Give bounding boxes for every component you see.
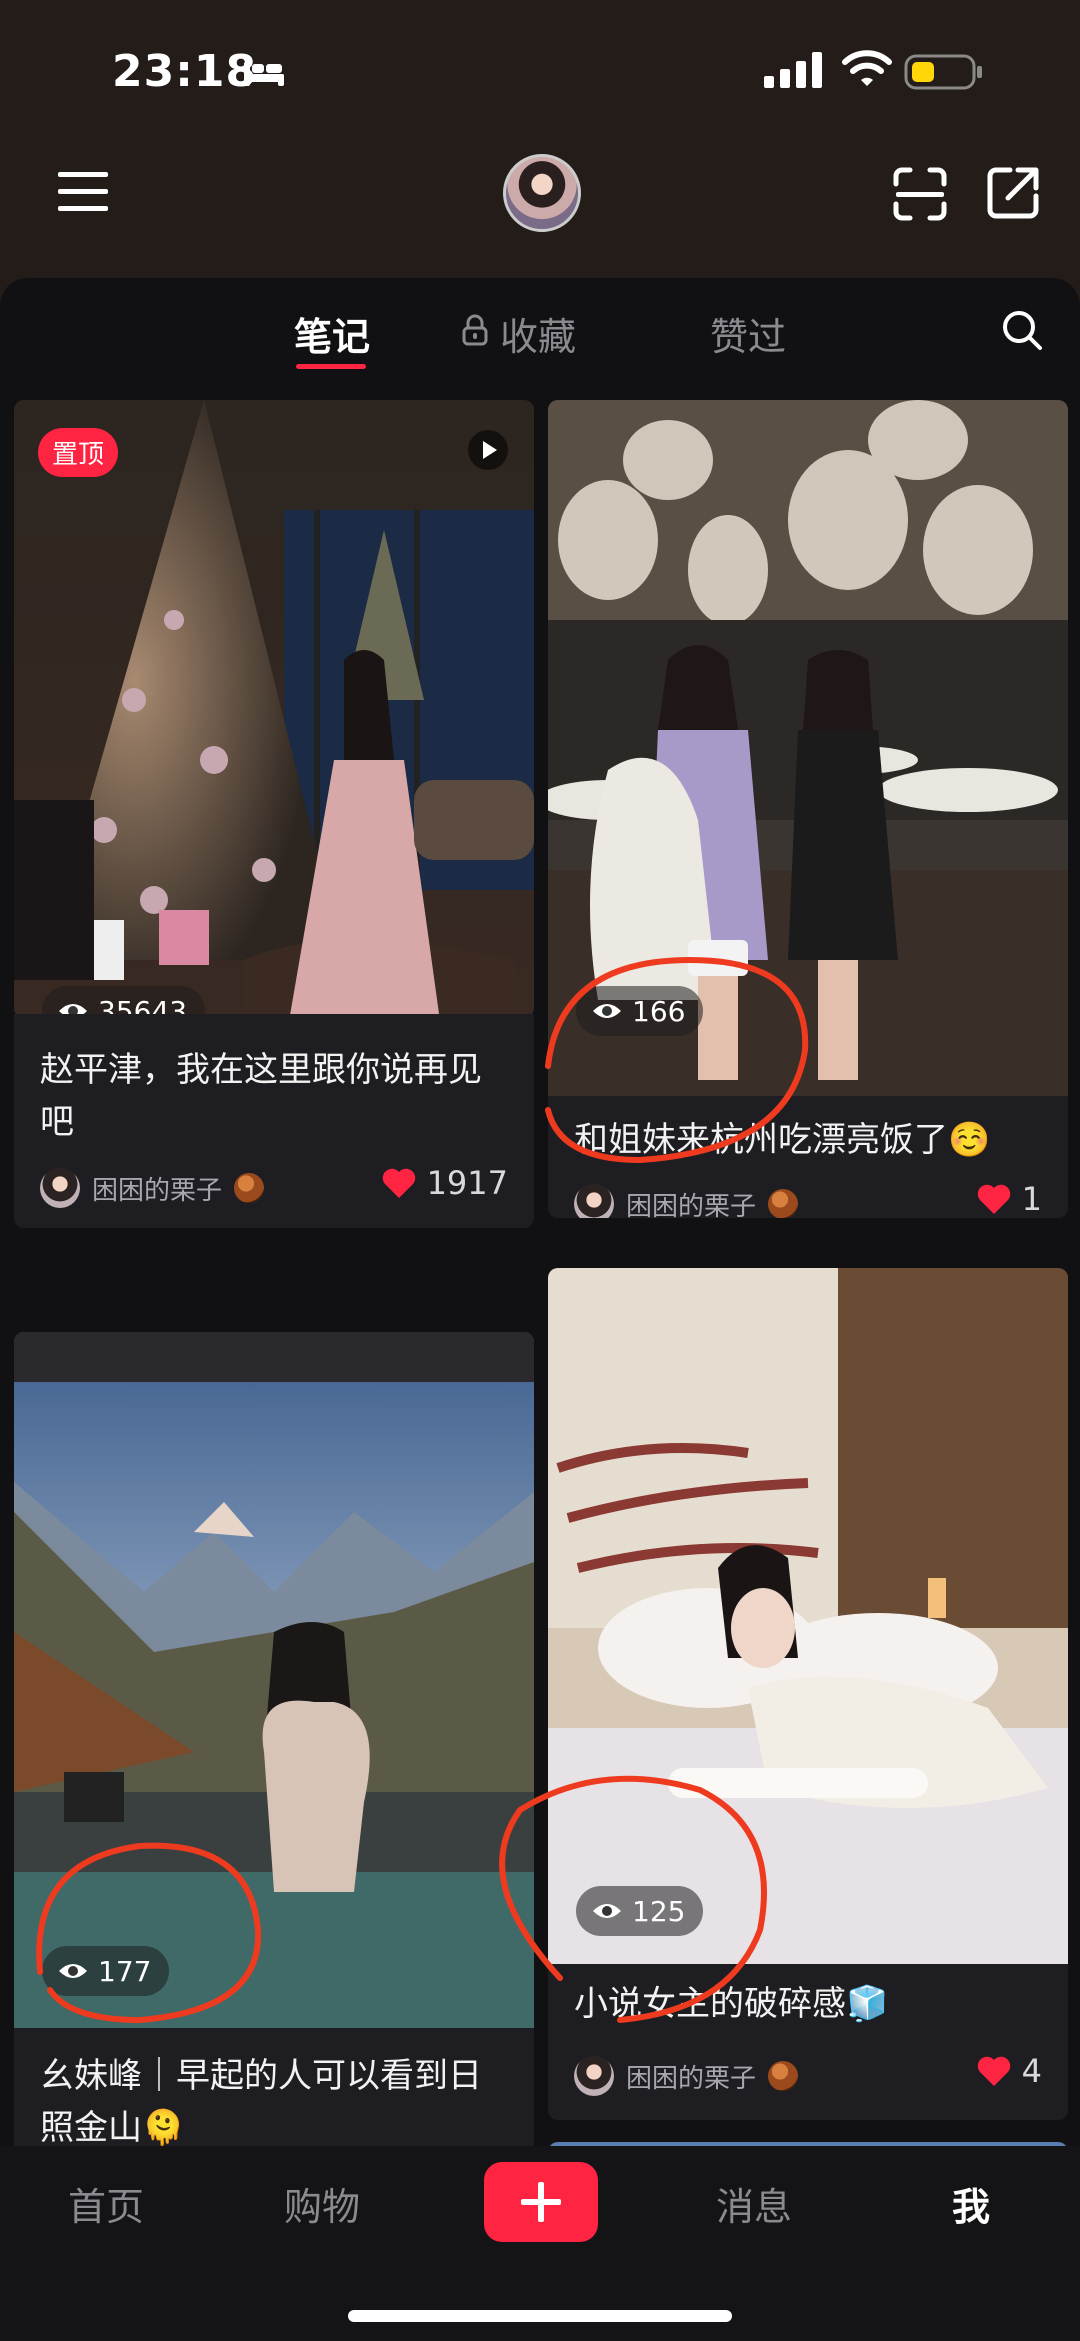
bottom-navigation: 首页 购物 消息 我 [0, 2146, 1080, 2341]
annotation-circle [499, 1775, 767, 2023]
nav-home[interactable]: 首页 [68, 2176, 144, 2231]
nav-me[interactable]: 我 [952, 2176, 990, 2231]
annotation-circle [36, 1842, 262, 2024]
home-indicator [348, 2310, 732, 2322]
nav-shop[interactable]: 购物 [284, 2176, 360, 2231]
annotation-circle [545, 956, 809, 1164]
nav-messages[interactable]: 消息 [716, 2176, 792, 2231]
create-post-button[interactable] [484, 2162, 598, 2242]
annotation-overlay [36, 956, 809, 2024]
